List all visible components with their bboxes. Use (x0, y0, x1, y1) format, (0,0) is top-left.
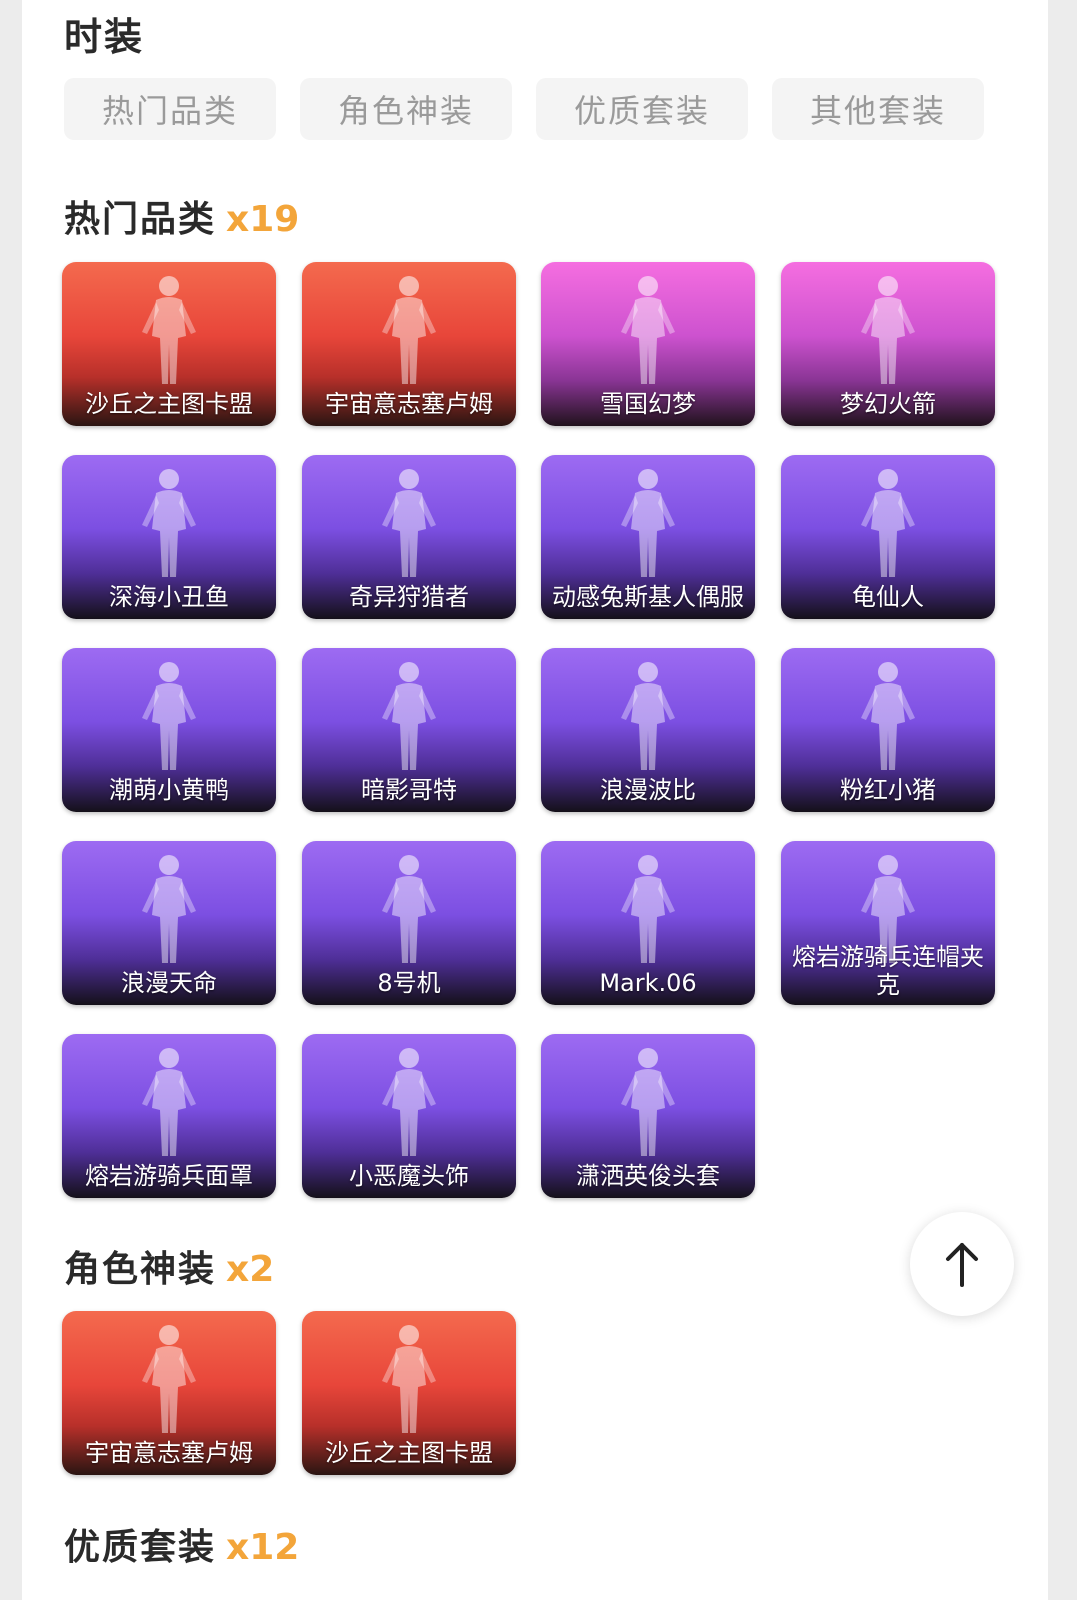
outfit-card-label: 熔岩游骑兵面罩 (85, 1162, 253, 1190)
outfit-card-label: 浪漫波比 (600, 776, 696, 804)
section-count: x19 (226, 199, 300, 240)
outfit-card[interactable]: 奇异狩猎者 (302, 455, 516, 619)
outfit-card-label: 沙丘之主图卡盟 (325, 1439, 493, 1467)
outfit-figure-icon (621, 855, 675, 963)
outfit-card[interactable]: 暗影哥特 (302, 648, 516, 812)
arrow-up-icon (946, 1243, 978, 1287)
page-title: 时装 (64, 15, 145, 59)
outfit-card[interactable]: 小恶魔头饰 (302, 1034, 516, 1198)
outfit-figure-icon (382, 1048, 436, 1156)
outfit-card[interactable]: 熔岩游骑兵面罩 (62, 1034, 276, 1198)
tab-character[interactable]: 角色神装 (300, 78, 512, 140)
outfit-figure-icon (382, 1325, 436, 1433)
outfit-card[interactable]: 潇洒英俊头套 (541, 1034, 755, 1198)
outfit-card[interactable]: 沙丘之主图卡盟 (302, 1311, 516, 1475)
outfit-card-label: 宇宙意志塞卢姆 (85, 1439, 253, 1467)
outfit-card-label: 宇宙意志塞卢姆 (325, 390, 493, 418)
outfit-figure-icon (861, 276, 915, 384)
outfit-card[interactable]: 8号机 (302, 841, 516, 1005)
outfit-figure-icon (861, 469, 915, 577)
section-title: 优质套装 (64, 1527, 217, 1568)
outfit-card[interactable]: 雪国幻梦 (541, 262, 755, 426)
section-heading-hot: 热门品类 x19 (64, 190, 299, 242)
scroll-to-top-button[interactable] (910, 1212, 1014, 1316)
section-count: x2 (226, 1249, 275, 1290)
outfit-card-label: 沙丘之主图卡盟 (85, 390, 253, 418)
outfit-figure-icon (621, 469, 675, 577)
outfit-card-label: Mark.06 (599, 969, 697, 997)
outfit-figure-icon (142, 1325, 196, 1433)
outfit-card-label: 动感兔斯基人偶服 (552, 583, 744, 611)
outfit-card[interactable]: 浪漫波比 (541, 648, 755, 812)
outfit-card[interactable]: 潮萌小黄鸭 (62, 648, 276, 812)
outfit-figure-icon (621, 1048, 675, 1156)
outfit-grid-character: 宇宙意志塞卢姆 沙丘之主图卡盟 (62, 1311, 1002, 1504)
outfit-card[interactable]: 熔岩游骑兵连帽夹克 (781, 841, 995, 1005)
outfit-card-label: 粉红小猪 (840, 776, 936, 804)
outfit-figure-icon (142, 469, 196, 577)
outfit-card-label: 雪国幻梦 (600, 390, 696, 418)
outfit-card[interactable]: 浪漫天命 (62, 841, 276, 1005)
outfit-card-label: 潮萌小黄鸭 (109, 776, 229, 804)
outfit-figure-icon (861, 662, 915, 770)
outfit-card[interactable]: 宇宙意志塞卢姆 (302, 262, 516, 426)
outfit-card[interactable]: Mark.06 (541, 841, 755, 1005)
outfit-card-label: 梦幻火箭 (840, 390, 936, 418)
outfit-card-label: 熔岩游骑兵连帽夹克 (792, 943, 984, 999)
outfit-figure-icon (382, 469, 436, 577)
outfit-figure-icon (382, 662, 436, 770)
outfit-grid-hot: 沙丘之主图卡盟 宇宙意志塞卢姆 雪国幻梦 梦幻火箭深海小丑鱼 奇异狩猎者 动感兔斯基人偶服… (62, 262, 1002, 1227)
outfit-figure-icon (621, 662, 675, 770)
tab-hot[interactable]: 热门品类 (64, 78, 276, 140)
outfit-card[interactable]: 深海小丑鱼 (62, 455, 276, 619)
section-count: x12 (226, 1527, 300, 1568)
outfit-figure-icon (142, 662, 196, 770)
outfit-card[interactable]: 龟仙人 (781, 455, 995, 619)
outfit-card-label: 奇异狩猎者 (349, 583, 469, 611)
outfit-card-label: 暗影哥特 (361, 776, 457, 804)
section-title: 角色神装 (64, 1249, 217, 1290)
outfit-card-label: 浪漫天命 (121, 969, 217, 997)
outfit-card-label: 深海小丑鱼 (109, 583, 229, 611)
outfit-card[interactable]: 粉红小猪 (781, 648, 995, 812)
tab-other[interactable]: 其他套装 (772, 78, 984, 140)
outfit-card-label: 小恶魔头饰 (349, 1162, 469, 1190)
outfit-figure-icon (142, 1048, 196, 1156)
outfit-figure-icon (621, 276, 675, 384)
outfit-figure-icon (382, 276, 436, 384)
section-heading-character: 角色神装 x2 (64, 1240, 274, 1292)
outfit-card[interactable]: 宇宙意志塞卢姆 (62, 1311, 276, 1475)
outfit-card[interactable]: 沙丘之主图卡盟 (62, 262, 276, 426)
outfit-card-label: 潇洒英俊头套 (576, 1162, 720, 1190)
outfit-card-label: 龟仙人 (852, 583, 924, 611)
outfit-card-label: 8号机 (377, 969, 441, 997)
tab-quality[interactable]: 优质套装 (536, 78, 748, 140)
outfit-card[interactable]: 动感兔斯基人偶服 (541, 455, 755, 619)
section-title: 热门品类 (64, 199, 217, 240)
outfit-card[interactable]: 梦幻火箭 (781, 262, 995, 426)
outfit-figure-icon (142, 276, 196, 384)
outfit-figure-icon (142, 855, 196, 963)
section-heading-quality: 优质套装 x12 (64, 1518, 299, 1570)
outfit-figure-icon (382, 855, 436, 963)
